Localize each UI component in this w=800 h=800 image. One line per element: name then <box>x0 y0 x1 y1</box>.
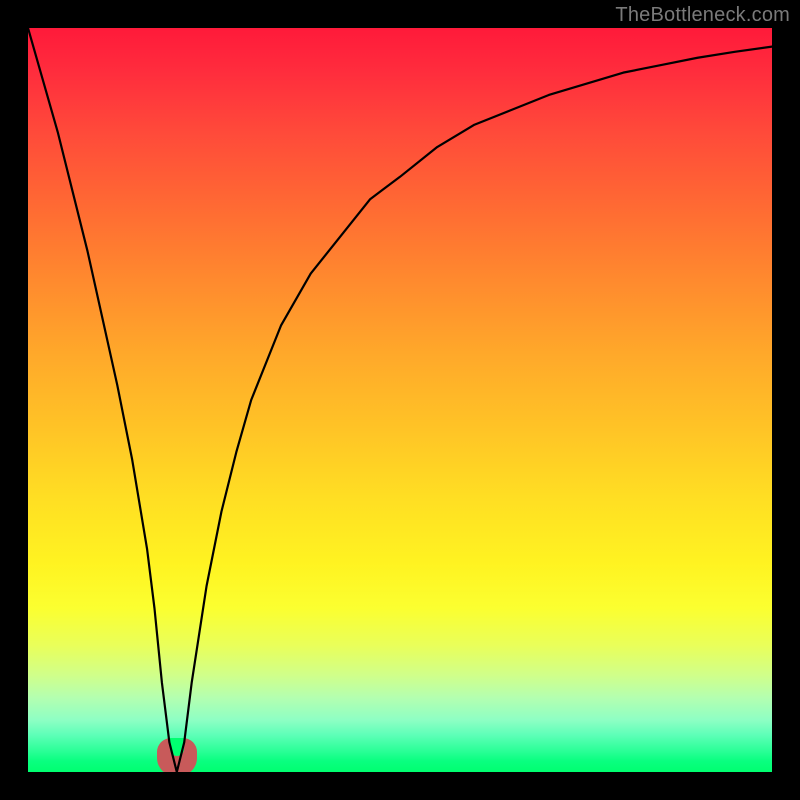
watermark-text: TheBottleneck.com <box>615 4 790 27</box>
chart-frame: TheBottleneck.com <box>0 0 800 800</box>
plot-area <box>28 28 772 772</box>
bottleneck-curve <box>28 28 772 772</box>
